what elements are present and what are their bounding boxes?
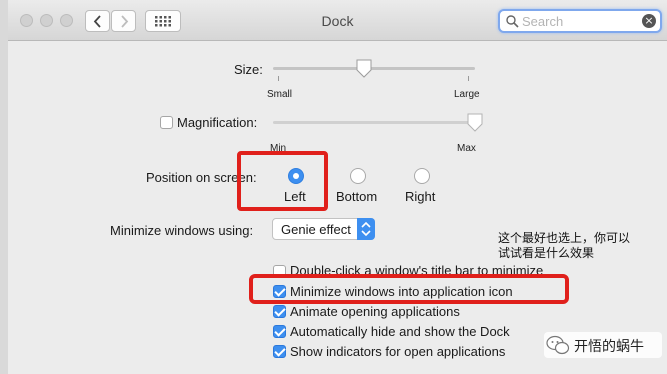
autohide-dock-checkbox[interactable] [273, 325, 286, 338]
size-tick-min [278, 76, 279, 81]
position-bottom-label: Bottom [336, 189, 378, 204]
clear-search-icon[interactable]: × [642, 14, 656, 28]
minimize-effect-value: Genie effect [281, 222, 351, 237]
magnification-max-label: Max [457, 143, 476, 154]
show-indicators-label: Show indicators for open applications [290, 344, 506, 359]
size-label: Size: [234, 62, 263, 77]
animate-opening-checkbox[interactable] [273, 305, 286, 318]
search-icon [506, 15, 519, 28]
popup-arrows-icon [357, 218, 375, 240]
search-field[interactable]: × [498, 9, 662, 33]
animate-opening-label: Animate opening applications [290, 304, 460, 319]
magnification-label: Magnification: [177, 115, 258, 130]
autohide-dock-label: Automatically hide and show the Dock [290, 324, 510, 339]
preferences-window: Dock × Size: Small Large Magnification: … [8, 0, 667, 374]
size-max-label: Large [454, 89, 480, 100]
position-highlight-box [237, 151, 328, 211]
magnification-slider-track[interactable] [273, 121, 475, 124]
size-slider-knob[interactable] [355, 59, 373, 79]
magnification-slider-knob[interactable] [466, 113, 484, 133]
position-right-radio[interactable] [414, 168, 430, 184]
show-indicators-checkbox[interactable] [273, 345, 286, 358]
wechat-icon [546, 335, 570, 355]
minimize-effect-popup[interactable]: Genie effect [272, 218, 375, 240]
size-min-label: Small [267, 89, 293, 100]
title-bar: Dock × [8, 0, 667, 41]
search-input[interactable] [522, 14, 634, 28]
minimize-option-highlight-box [249, 274, 569, 304]
position-bottom-radio[interactable] [350, 168, 366, 184]
annotation-line-2: 试试看是什么效果 [498, 246, 595, 260]
watermark: 开悟的蜗牛 [544, 332, 662, 358]
annotation-line-1: 这个最好也选上，你可以 [498, 231, 631, 245]
minimize-label: Minimize windows using: [110, 223, 254, 238]
position-right-label: Right [405, 189, 436, 204]
size-slider-track[interactable] [273, 67, 475, 70]
watermark-text: 开悟的蜗牛 [574, 338, 644, 354]
magnification-checkbox[interactable] [160, 116, 173, 129]
size-tick-max [468, 76, 469, 81]
